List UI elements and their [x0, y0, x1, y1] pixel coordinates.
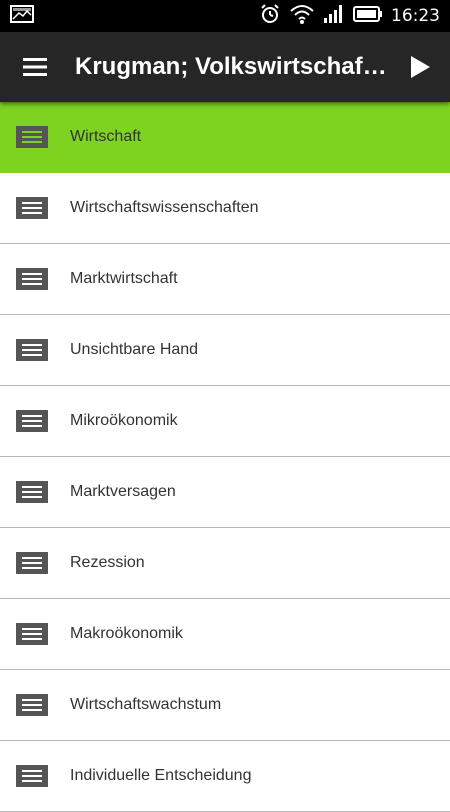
page-title: Krugman; Volkswirtschaft…: [75, 53, 390, 80]
document-icon: [0, 481, 70, 503]
list-item-label: Individuelle Entscheidung: [70, 767, 252, 784]
list-item-label: Rezession: [70, 554, 145, 571]
list-item-label: Unsichtbare Hand: [70, 341, 199, 358]
list-item-label: Mikroökonomik: [70, 412, 178, 429]
alarm-icon: [259, 3, 281, 30]
hamburger-menu-icon[interactable]: [0, 32, 70, 102]
list-item[interactable]: Makroökonomik: [0, 599, 450, 670]
status-time: 16:23: [391, 6, 440, 26]
document-icon: [0, 126, 70, 148]
document-icon: [0, 339, 70, 361]
document-icon: [0, 694, 70, 716]
document-icon: [0, 552, 70, 574]
list-item-label: Wirtschaftswachstum: [70, 696, 222, 713]
document-icon: [0, 268, 70, 290]
list-item-label: Marktversagen: [70, 483, 176, 500]
document-icon: [0, 197, 70, 219]
list-item-label: Marktwirtschaft: [70, 270, 178, 287]
list-item[interactable]: Wirtschaftswissenschaften: [0, 173, 450, 244]
status-bar: 16:23: [0, 0, 450, 32]
list-item[interactable]: Individuelle Entscheidung: [0, 741, 450, 812]
list-item-label: Wirtschaft: [70, 128, 142, 145]
list-item[interactable]: Unsichtbare Hand: [0, 315, 450, 386]
play-icon[interactable]: [390, 32, 450, 102]
wifi-icon: [289, 3, 315, 30]
document-icon: [0, 765, 70, 787]
list-item-label: Wirtschaftswissenschaften: [70, 199, 259, 216]
signal-icon: [323, 4, 345, 29]
gallery-icon: [10, 4, 34, 28]
chapter-list: Wirtschaft Wirtschaftswissenschaften Mar…: [0, 102, 450, 812]
list-item[interactable]: Rezession: [0, 528, 450, 599]
list-item[interactable]: Marktversagen: [0, 457, 450, 528]
list-item[interactable]: Marktwirtschaft: [0, 244, 450, 315]
app-bar: Krugman; Volkswirtschaft…: [0, 32, 450, 102]
list-item-label: Makroökonomik: [70, 625, 183, 642]
document-icon: [0, 623, 70, 645]
list-item[interactable]: Mikroökonomik: [0, 386, 450, 457]
list-item[interactable]: Wirtschaft: [0, 102, 450, 173]
document-icon: [0, 410, 70, 432]
battery-icon: [353, 5, 383, 27]
list-item[interactable]: Wirtschaftswachstum: [0, 670, 450, 741]
